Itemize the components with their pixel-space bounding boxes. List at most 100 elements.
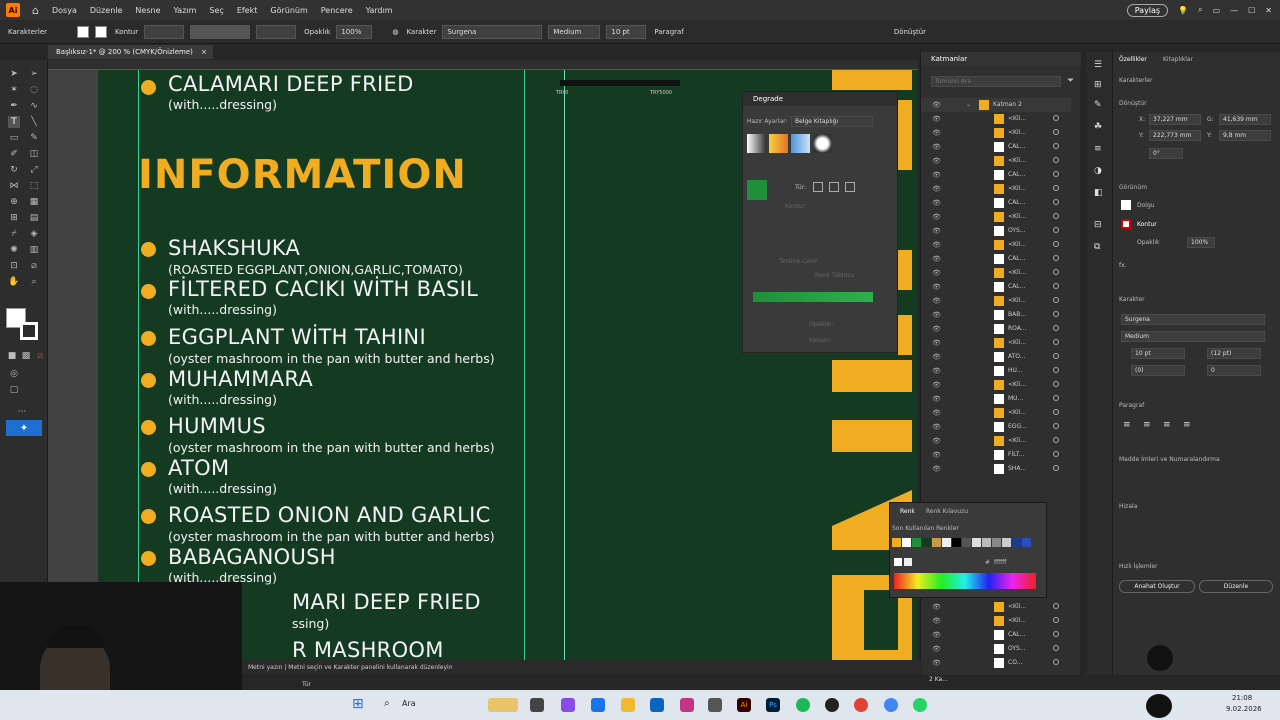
outlook-icon[interactable] [650, 698, 664, 712]
instagram-icon[interactable] [680, 698, 694, 712]
target-circle-icon[interactable] [1053, 185, 1059, 191]
menu-item-desc[interactable]: (oyster mashroom in the pan with butter … [168, 351, 495, 366]
stroke-indicator[interactable] [904, 558, 912, 566]
layer-name[interactable]: CAL... [1008, 171, 1025, 178]
layer-row[interactable]: 👁 <Kli... [921, 614, 1071, 628]
recent-swatch[interactable] [902, 538, 911, 547]
variable-width-field[interactable] [190, 24, 251, 39]
none-mode-icon[interactable]: ⧄ [34, 350, 46, 362]
target-circle-icon[interactable] [1053, 603, 1059, 609]
target-circle-icon[interactable] [1053, 631, 1059, 637]
layer-row[interactable]: 👁 FİLT... [921, 448, 1071, 462]
whatsapp-icon[interactable] [913, 698, 927, 712]
x-field[interactable]: 37,227 mm [1149, 114, 1201, 125]
photoshop-taskbar-icon[interactable]: Ps [766, 698, 780, 712]
layer-row[interactable]: 👁 ATO... [921, 350, 1071, 364]
menu-file[interactable]: Dosya [52, 6, 77, 15]
brush-field[interactable] [256, 24, 297, 39]
store-icon[interactable] [708, 698, 722, 712]
close-icon[interactable]: ✕ [1265, 6, 1272, 15]
target-circle-icon[interactable] [1053, 143, 1059, 149]
minimize-icon[interactable]: — [1230, 6, 1238, 15]
fill-indicator[interactable] [894, 558, 902, 566]
target-circle-icon[interactable] [1053, 283, 1059, 289]
section-heading[interactable]: INFORMATION [138, 152, 467, 198]
layer-name[interactable]: <Kli... [1008, 381, 1026, 388]
appearance-icon[interactable]: ◧ [1094, 188, 1103, 198]
paragraph-label[interactable]: Paragraf [654, 28, 683, 36]
layer-name[interactable]: SHA... [1008, 465, 1026, 472]
layer-row[interactable]: 👁 <Kli... [921, 238, 1071, 252]
home-icon[interactable]: ⌂ [32, 4, 39, 17]
properties-tab[interactable]: Özellikler [1119, 56, 1147, 63]
layer-name[interactable]: <Kli... [1008, 339, 1026, 346]
layer-row[interactable]: 👁 EGG... [921, 420, 1071, 434]
eye-icon[interactable]: 👁 [932, 269, 941, 277]
brushes-icon[interactable]: ✎ [1094, 100, 1102, 110]
search-icon[interactable]: ⌕ [1198, 5, 1202, 15]
eye-icon[interactable]: 👁 [932, 241, 941, 249]
symbols-icon[interactable]: ☘ [1094, 122, 1102, 132]
gradient-preset[interactable] [769, 134, 788, 153]
freeform-type-icon[interactable] [845, 182, 855, 192]
shaper-tool-icon[interactable]: ✐ [8, 148, 20, 160]
layer-row[interactable]: 👁 <Kli... [921, 182, 1071, 196]
opacity-field[interactable]: 100% [336, 24, 373, 39]
align-right-icon[interactable]: ≡ [1163, 420, 1171, 430]
layer-name[interactable]: <Kli... [1008, 617, 1026, 624]
font-size-field[interactable]: 10 pt [1131, 348, 1185, 359]
target-circle-icon[interactable] [1053, 645, 1059, 651]
target-circle-icon[interactable] [1053, 423, 1059, 429]
decor-shape[interactable] [898, 100, 912, 170]
shape-builder-icon[interactable]: ⊕ [8, 196, 20, 208]
decor-shape[interactable] [898, 250, 912, 290]
menu-item-desc[interactable]: (with.....dressing) [168, 481, 277, 496]
kerning-field[interactable]: (0) [1131, 365, 1185, 376]
target-circle-icon[interactable] [1053, 311, 1059, 317]
layer-name[interactable]: CAL... [1008, 283, 1025, 290]
copilot-icon[interactable] [561, 698, 575, 712]
eye-icon[interactable]: 👁 [932, 325, 941, 333]
menu-select[interactable]: Seç [209, 6, 223, 15]
share-button[interactable]: Paylaş [1126, 3, 1169, 17]
align-center-icon[interactable]: ≡ [1143, 420, 1151, 430]
clock-date[interactable]: 9.02.2026 [1226, 705, 1262, 713]
layer-name[interactable]: <Kli... [1008, 603, 1026, 610]
fill-swatch[interactable] [1121, 200, 1131, 210]
layer-name[interactable]: CO... [1008, 659, 1022, 666]
layer-name[interactable]: <Kli... [1008, 157, 1026, 164]
decor-shape[interactable] [898, 315, 912, 355]
layer-name[interactable]: CAL... [1008, 255, 1025, 262]
gradient-preset[interactable] [747, 134, 766, 153]
layer-row[interactable]: 👁 CAL... [921, 168, 1071, 182]
recent-swatch[interactable] [912, 538, 921, 547]
target-circle-icon[interactable] [1053, 451, 1059, 457]
radial-type-icon[interactable] [829, 182, 839, 192]
layer-name[interactable]: MU... [1008, 395, 1023, 402]
more-tools-icon[interactable]: ··· [16, 406, 28, 418]
layer-row[interactable]: 👁 <Kli... [921, 434, 1071, 448]
windows-start-icon[interactable]: ⊞ [352, 696, 364, 712]
transparency-icon[interactable]: ◑ [1094, 166, 1102, 176]
layer-name[interactable]: <Kli... [1008, 115, 1026, 122]
perspective-grid-icon[interactable]: ▦ [28, 196, 40, 208]
menu-help[interactable]: Yardım [366, 6, 393, 15]
menu-item-desc[interactable]: (with.....dressing) [168, 97, 277, 112]
eye-icon[interactable]: 👁 [932, 129, 941, 137]
eye-icon[interactable]: 👁 [932, 311, 941, 319]
eye-icon[interactable]: 👁 [932, 227, 941, 235]
layer-name[interactable]: CAL... [1008, 143, 1025, 150]
menu-type[interactable]: Yazım [174, 6, 197, 15]
target-circle-icon[interactable] [1053, 269, 1059, 275]
layer-row[interactable]: 👁 <Kli... [921, 406, 1071, 420]
target-circle-icon[interactable] [1053, 465, 1059, 471]
stroke-color-swatch[interactable] [20, 322, 38, 340]
layer-row[interactable]: 👁 CAL... [921, 280, 1071, 294]
layer-row[interactable]: 👁 MU... [921, 392, 1071, 406]
color-spectrum[interactable] [894, 573, 1036, 589]
close-tab-icon[interactable]: × [201, 48, 207, 56]
target-circle-icon[interactable] [1053, 199, 1059, 205]
target-circle-icon[interactable] [1053, 213, 1059, 219]
layers-search-field[interactable]: Tümünü Ara [931, 76, 1061, 87]
chrome-profile-icon[interactable] [884, 698, 898, 712]
